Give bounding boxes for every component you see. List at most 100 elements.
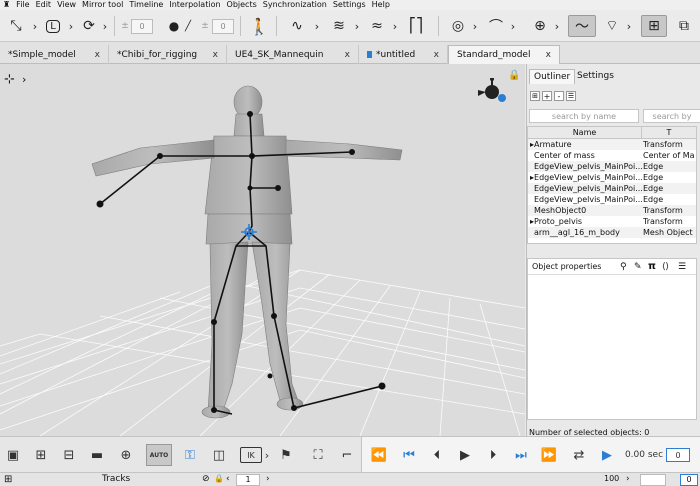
list-item[interactable]: EdgeView_pelvis_MainPoi... Edge xyxy=(528,183,696,194)
tab-untitled[interactable]: *untitled x xyxy=(359,45,448,64)
auto-key-toggle[interactable]: AUTO xyxy=(146,444,172,466)
lock-icon[interactable]: 🔒 xyxy=(508,70,520,81)
arc-tool-icon[interactable]: ⌒ xyxy=(484,15,508,37)
next-frame-icon[interactable]: ⏵ xyxy=(482,445,504,465)
menu-synchronization[interactable]: Synchronization xyxy=(263,0,327,10)
bone-icon[interactable]: ⚲ xyxy=(620,262,627,272)
tab-ue4-sk-mannequin[interactable]: UE4_SK_Mannequin x xyxy=(227,45,359,64)
flag-icon[interactable]: ⚑ xyxy=(276,445,296,465)
list-item[interactable]: ▸Armature Transform xyxy=(528,139,696,150)
pi-icon[interactable]: π xyxy=(648,261,656,272)
ik-toggle[interactable]: IK xyxy=(240,447,262,463)
person-pose-icon[interactable]: 🚶 xyxy=(246,15,272,37)
viewport-scene[interactable] xyxy=(0,64,525,436)
speed-play-icon[interactable]: ▶ xyxy=(596,445,618,465)
skeleton-toggle-icon[interactable]: ⊹ xyxy=(4,72,15,87)
wifi-lock-icon[interactable]: ⌔ xyxy=(600,15,624,37)
tree-expand-icon[interactable]: ⊞ xyxy=(530,91,540,101)
list-item[interactable]: EdgeView_pelvis_MainPoi... Edge xyxy=(528,161,696,172)
frame-start-input[interactable]: 1 xyxy=(236,474,260,486)
close-icon[interactable]: x xyxy=(345,50,350,60)
list-item[interactable]: EdgeView_pelvis_MainPoi... Edge xyxy=(528,194,696,205)
loop-icon[interactable]: ⇄ xyxy=(568,445,590,465)
close-icon[interactable]: x xyxy=(434,50,439,60)
column-type-header[interactable]: T xyxy=(642,127,696,138)
list-item[interactable]: Center of mass Center of Ma xyxy=(528,150,696,161)
menu-view[interactable]: View xyxy=(57,0,76,10)
point-icon[interactable]: ● xyxy=(166,15,182,37)
column-name-header[interactable]: Name xyxy=(528,127,642,138)
3d-viewport[interactable]: ⊹ › 🔒 xyxy=(0,64,525,436)
menu-help[interactable]: Help xyxy=(372,0,390,10)
list-view-icon[interactable]: ☰ xyxy=(566,91,576,101)
chevron-right-icon[interactable]: › xyxy=(390,15,400,37)
remove-icon[interactable]: - xyxy=(554,91,564,101)
add-keyframe-folder-icon[interactable]: ▣ xyxy=(2,445,24,465)
menu-mirror-tool[interactable]: Mirror tool xyxy=(82,0,123,10)
key-icon[interactable]: ⚿ xyxy=(180,445,200,465)
camera-target-icon[interactable]: ◎ xyxy=(446,15,470,37)
rewind-icon[interactable]: ⏪ xyxy=(368,445,390,465)
chevron-right-icon[interactable]: › xyxy=(30,15,40,37)
camera-gizmo-icon[interactable] xyxy=(474,78,510,106)
grid-view-icon[interactable]: ⊞ xyxy=(641,15,667,37)
add-icon[interactable]: + xyxy=(542,91,552,101)
pin-icon[interactable]: ╱ xyxy=(182,15,194,37)
track-icon[interactable]: ▬ xyxy=(86,445,108,465)
close-icon[interactable]: x xyxy=(546,50,551,60)
local-mode-icon[interactable]: L xyxy=(42,15,64,37)
frame-end-value[interactable]: 100 xyxy=(604,474,619,483)
close-icon[interactable]: x xyxy=(95,50,100,60)
rotate-mode-icon[interactable]: ⟳ xyxy=(78,15,100,37)
chevron-right-icon[interactable]: › xyxy=(470,15,480,37)
chevron-right-icon[interactable]: › xyxy=(552,15,562,37)
curve-tool-icon[interactable]: ∿ xyxy=(282,15,312,37)
fast-forward-icon[interactable]: ⏩ xyxy=(538,445,560,465)
bracket-tool-icon[interactable]: ⎡⎤ xyxy=(404,15,428,37)
previous-frame-icon[interactable]: ⏴ xyxy=(426,445,448,465)
list-item[interactable]: MeshObject0 Transform xyxy=(528,205,696,216)
tab-settings[interactable]: Settings xyxy=(577,71,614,81)
skip-to-start-icon[interactable]: ⏮ xyxy=(398,445,420,465)
split-icon[interactable]: ◫ xyxy=(208,445,230,465)
smooth-curve-toggle-icon[interactable]: 〜 xyxy=(568,15,596,37)
tab-standard-model[interactable]: Standard_model x xyxy=(448,45,560,64)
remove-track-icon[interactable]: ⊟ xyxy=(58,445,80,465)
menu-settings[interactable]: Settings xyxy=(333,0,366,10)
play-icon[interactable]: ▶ xyxy=(454,445,476,465)
app-icon[interactable]: ♜ xyxy=(3,0,10,10)
transform-tool-icon[interactable]: ⤡ xyxy=(4,15,28,37)
chevron-right-icon[interactable]: › xyxy=(100,15,110,37)
add-track-icon[interactable]: ⊞ xyxy=(30,445,52,465)
brush-icon[interactable]: ✎ xyxy=(634,262,642,272)
rotate-step-spinbox[interactable]: 0 xyxy=(212,19,234,34)
chevron-right-icon[interactable]: › xyxy=(266,474,270,484)
menu-edit[interactable]: Edit xyxy=(36,0,52,10)
chevron-right-icon[interactable]: › xyxy=(22,73,26,86)
tab-outliner[interactable]: Outliner xyxy=(529,69,576,84)
tab-simple-model[interactable]: *Simple_model x xyxy=(0,45,109,64)
chevron-right-icon[interactable]: › xyxy=(352,15,362,37)
frame-spinbox[interactable]: 0 xyxy=(666,448,690,462)
skip-to-end-icon[interactable]: ⏭ xyxy=(510,445,532,465)
chevron-right-icon[interactable]: › xyxy=(626,474,630,484)
frame-end-input[interactable] xyxy=(640,474,666,486)
menu-timeline[interactable]: Timeline xyxy=(129,0,163,10)
chevron-right-icon[interactable]: › xyxy=(262,445,272,465)
screen-layout-icon[interactable]: ⧉ xyxy=(672,15,696,37)
target-gear-icon[interactable]: ⊕ xyxy=(528,15,552,37)
add-key-icon[interactable]: ⊕ xyxy=(116,445,136,465)
list-item[interactable]: arm__agl_16_m_body Mesh Object xyxy=(528,227,696,238)
menu-objects[interactable]: Objects xyxy=(227,0,257,10)
menu-file[interactable]: File xyxy=(16,0,29,10)
chevron-left-icon[interactable]: ‹ xyxy=(226,474,230,484)
list-item[interactable]: ▸Proto_pelvis Transform xyxy=(528,216,696,227)
add-icon[interactable]: ⊞ xyxy=(4,474,12,485)
step-curve-icon[interactable]: ⌐ xyxy=(336,445,358,465)
chevron-right-icon[interactable]: › xyxy=(312,15,322,37)
menu-icon[interactable]: ☰ xyxy=(678,262,686,272)
chevron-right-icon[interactable]: › xyxy=(66,15,76,37)
chevron-right-icon[interactable]: › xyxy=(624,15,634,37)
close-icon[interactable]: x xyxy=(213,50,218,60)
wave-tool-icon[interactable]: ≈ xyxy=(364,15,390,37)
